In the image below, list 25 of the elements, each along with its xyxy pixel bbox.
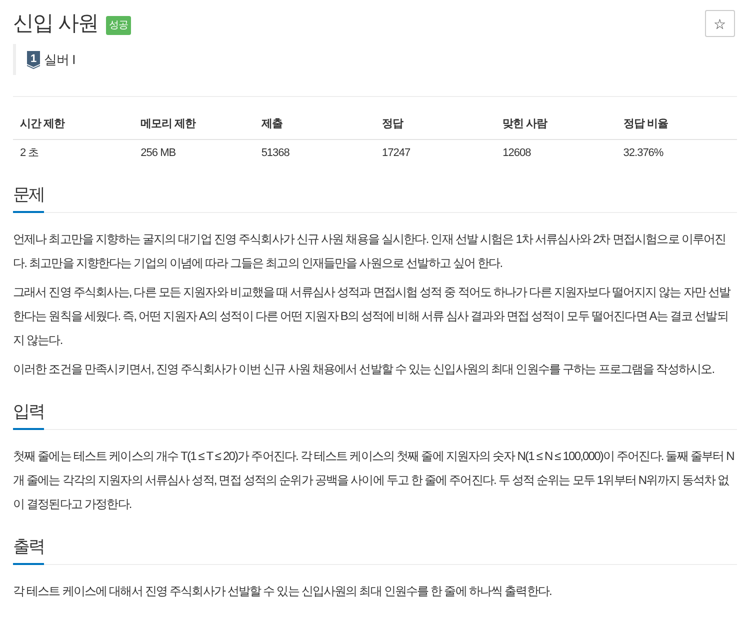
table-header-cell: 제출	[254, 110, 375, 139]
section-heading: 출력	[13, 536, 44, 565]
table-cell: 32.376%	[616, 139, 737, 167]
table-cell: 51368	[254, 139, 375, 167]
table-header-cell: 맞힌 사람	[496, 110, 616, 139]
table-header-cell: 시간 제한	[13, 110, 134, 139]
table-cell: 12608	[496, 139, 616, 167]
paragraph-text: 각 테스트 케이스에 대해서 진영 주식회사가 선발할 수 있는 신입사원의 최대 인원수를 한 줄에 하나씩 출력한다.	[13, 583, 552, 600]
paragraph-text: 첫째 줄에는 테스트 케이스의 개수 T(1 ≤ T ≤ 20)가 주어진다. 각 테스트 케이스의 첫째 줄에 지원자의 숫자 N(1 ≤ N ≤ 100,000)이 주어진다. 둘째 줄부터 N개 줄에는 각각의 지원자의 서류심사 성적, 면접 성적의 순위가 공백을 사이에 두고 한 줄에 주어진다. 두 성적 순위는 모두 1위부터 N위까지 동석차 없이 결정된다고 가정한다.	[13, 448, 735, 513]
table-header-cell: 메모리 제한	[134, 110, 254, 139]
paragraph-text: 이러한 조건을 만족시키면서, 진영 주식회사가 이번 신규 사원 채용에서 선발할 수 있는 신입사원의 최대 인원수를 구하는 프로그램을 작성하시오.	[13, 361, 716, 378]
table-header-cell: 정답 비율	[616, 110, 737, 139]
bookmark-button[interactable]: ☆	[705, 10, 735, 37]
result-badge: 성공	[106, 16, 131, 35]
table-cell: 17247	[374, 139, 496, 167]
paragraph-text: 언제나 최고만을 지향하는 굴지의 대기업 진영 주식회사가 신규 사원 채용을 실시한다. 인재 선발 시험은 1차 서류심사와 2차 면접시험으로 이루어진다. 최고만을 지향한다는 기업의 이념에 따라 그들은 최고의 인재들만을 사원으로 선발하고 싶어 한다.	[13, 231, 727, 272]
section-heading: 입력	[13, 401, 44, 430]
table-header-cell: 정답	[374, 110, 496, 139]
table-cell: 256 MB	[134, 139, 254, 167]
paragraph-text: 그래서 진영 주식회사는, 다른 모든 지원자와 비교했을 때 서류심사 성적과 면접시험 성적 중 적어도 하나가 다른 지원자보다 떨어지지 않는 자만 선발한다는 원칙을 세웠다. 즉, 어떤 지원자 A의 성적이 다른 어떤 지원자 B의 성적에 비해 서류 심사 결과와 면접 성적이 모두 떨어진다면 A는 결코 선발되지 않는다.	[13, 284, 732, 349]
tier-label: 실버 I	[44, 50, 76, 69]
section-heading: 문제	[13, 184, 44, 213]
table-cell: 2 초	[13, 139, 134, 167]
page-title: 신입 사원	[13, 11, 98, 37]
tier-icon: 1	[27, 50, 40, 68]
